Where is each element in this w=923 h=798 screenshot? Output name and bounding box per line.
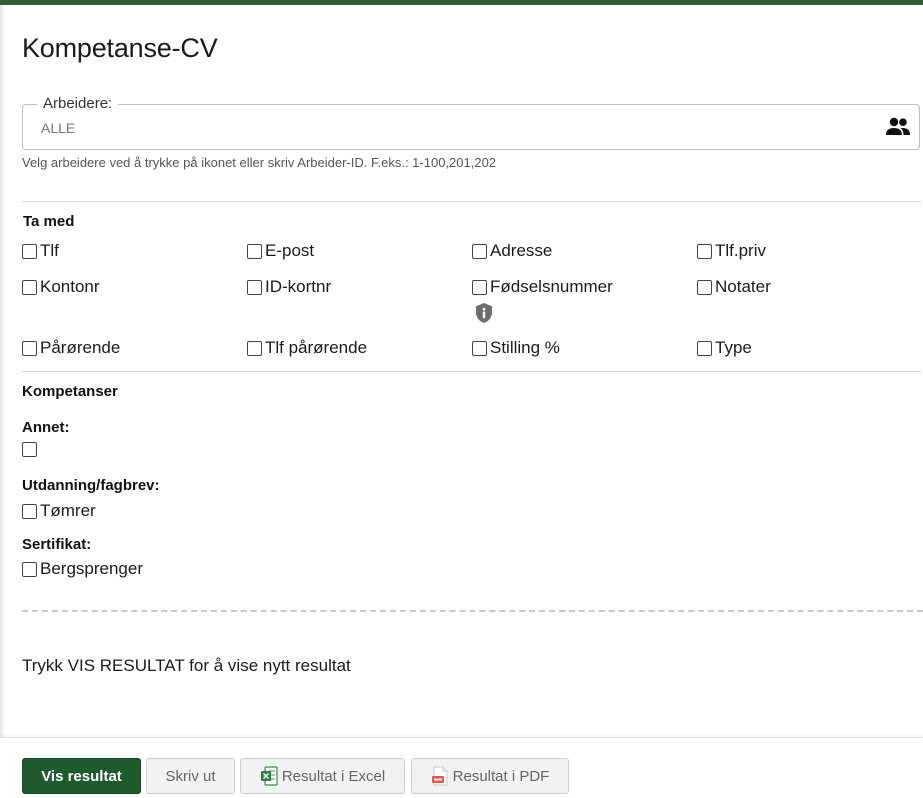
show-result-button[interactable]: Vis resultat (22, 758, 141, 794)
pdf-icon (431, 766, 448, 786)
people-icon[interactable] (885, 116, 911, 138)
checkbox-adresse[interactable]: Adresse (472, 241, 552, 261)
page-title: Kompetanse-CV (22, 33, 218, 63)
checkbox-bergsprenger[interactable]: Bergsprenger (22, 559, 143, 579)
checkbox-notater[interactable]: Notater (697, 277, 771, 297)
checkbox-label: Fødselsnummer (490, 277, 613, 296)
checkbox-stilling[interactable]: Stilling % (472, 338, 560, 358)
checkbox-box[interactable] (697, 340, 712, 356)
checkbox-kontonr[interactable]: Kontonr (22, 277, 100, 297)
checkbox-tlf-parorende[interactable]: Tlf pårørende (247, 338, 367, 358)
checkbox-label: Tlf (40, 241, 59, 260)
checkbox-label: Stilling % (490, 338, 560, 357)
excel-button-label: Resultat i Excel (281, 767, 386, 785)
checkbox-label: Kontonr (40, 277, 100, 296)
group-label-utdanning: Utdanning/fagbrev: (22, 477, 160, 494)
checkbox-box[interactable] (22, 503, 37, 519)
left-edge-shadow (0, 5, 4, 797)
pdf-button[interactable]: Resultat i PDF (411, 758, 569, 794)
checkbox-label: Tlf.priv (715, 241, 766, 260)
workers-field: Arbeidere: (22, 95, 920, 150)
checkbox-tomrer[interactable]: Tømrer (22, 501, 96, 521)
checkbox-box[interactable] (22, 243, 37, 259)
checkbox-label: Bergsprenger (40, 559, 144, 578)
checkbox-annet[interactable] (22, 442, 40, 457)
divider-top (22, 201, 921, 202)
checkbox-box[interactable] (697, 243, 712, 259)
checkbox-box[interactable] (472, 243, 487, 259)
divider-middle (22, 371, 921, 372)
group-label-sertifikat: Sertifikat: (22, 536, 92, 553)
excel-button[interactable]: Resultat i Excel (240, 758, 405, 794)
checkbox-box[interactable] (22, 561, 37, 577)
competences-title: Kompetanser (22, 383, 118, 400)
checkbox-label: Tømrer (40, 501, 96, 520)
checkbox-box[interactable] (247, 279, 262, 295)
checkbox-box[interactable] (247, 243, 262, 259)
checkbox-parorende[interactable]: Pårørende (22, 338, 120, 358)
checkbox-box[interactable] (472, 279, 487, 295)
workers-legend: Arbeidere: (37, 95, 119, 112)
footer-toolbar: Vis resultat Skriv ut Resultat i Excel R… (0, 737, 923, 798)
checkbox-label: Notater (715, 277, 771, 296)
checkbox-fodselsnummer[interactable]: Fødselsnummer (472, 277, 613, 297)
checkbox-tlf[interactable]: Tlf (22, 241, 59, 261)
pdf-button-label: Resultat i PDF (452, 767, 550, 785)
excel-icon (260, 766, 278, 786)
checkbox-label: Pårørende (40, 338, 121, 357)
group-label-annet: Annet: (22, 419, 70, 436)
result-message: Trykk VIS RESULTAT for å vise nytt resul… (22, 656, 351, 675)
checkbox-box[interactable] (247, 340, 262, 356)
workers-input[interactable] (41, 120, 821, 136)
dashed-separator (22, 610, 923, 612)
checkbox-tlf-priv[interactable]: Tlf.priv (697, 241, 766, 261)
checkbox-box[interactable] (472, 340, 487, 356)
checkbox-box[interactable] (22, 279, 37, 295)
shield-info-icon[interactable] (474, 302, 494, 324)
checkbox-label: ID-kortnr (265, 277, 332, 296)
workers-hint: Velg arbeidere ved å trykke på ikonet el… (22, 155, 497, 170)
print-button[interactable]: Skriv ut (146, 758, 235, 794)
checkbox-box[interactable] (22, 442, 37, 457)
checkbox-epost[interactable]: E-post (247, 241, 314, 261)
checkbox-label: Type (715, 338, 752, 357)
checkbox-id-kortnr[interactable]: ID-kortnr (247, 277, 331, 297)
checkbox-label: Tlf pårørende (265, 338, 368, 357)
checkbox-type[interactable]: Type (697, 338, 752, 358)
checkbox-box[interactable] (22, 340, 37, 356)
include-title: Ta med (23, 213, 75, 230)
checkbox-box[interactable] (697, 279, 712, 295)
checkbox-label: Adresse (490, 241, 553, 260)
top-accent-bar (0, 0, 923, 5)
checkbox-label: E-post (265, 241, 315, 260)
